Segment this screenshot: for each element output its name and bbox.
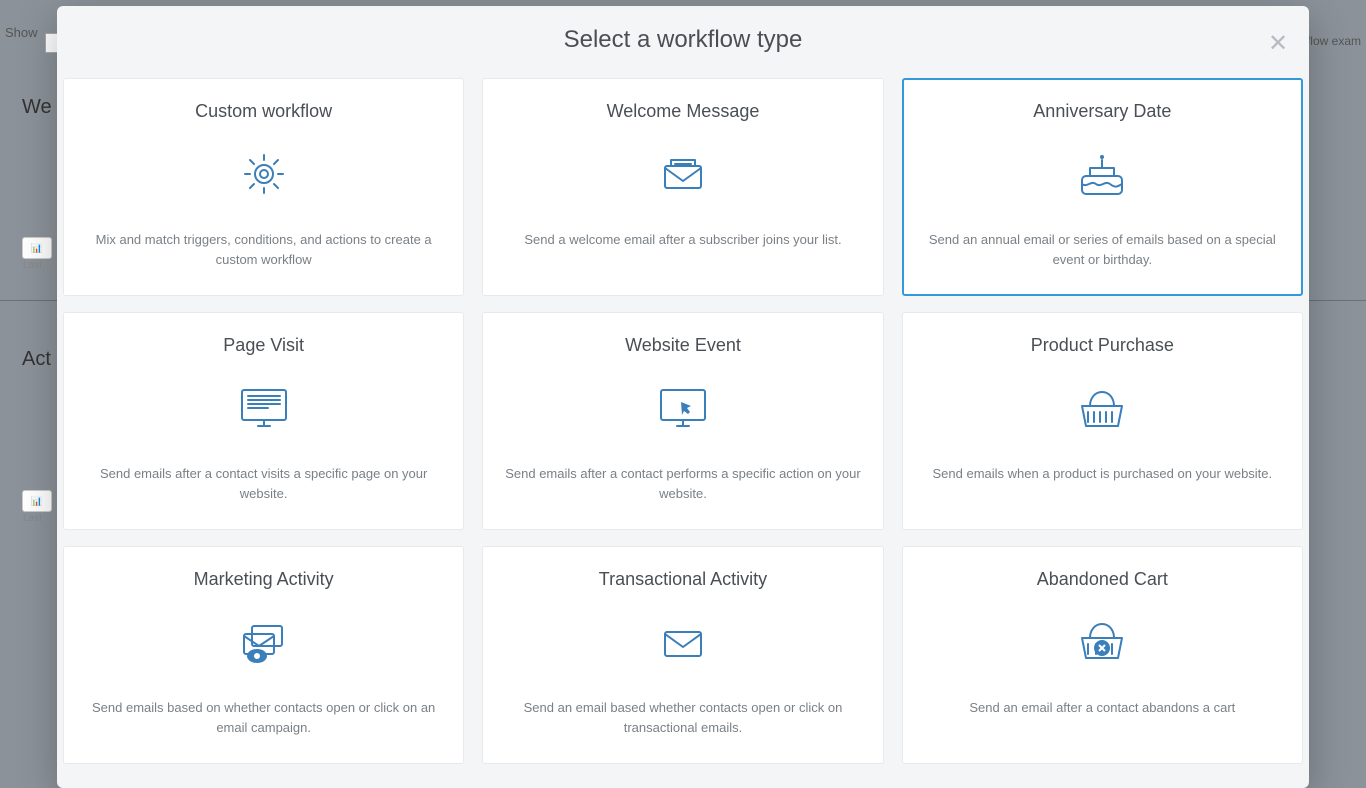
workflow-card-mail-plain[interactable]: Transactional Activity Send an email base… xyxy=(482,546,883,764)
workflow-card-basket-x[interactable]: Abandoned Cart Send an email after a cont… xyxy=(902,546,1303,764)
card-description: Mix and match triggers, conditions, and … xyxy=(84,230,444,269)
card-title: Custom workflow xyxy=(195,101,332,122)
workflow-card-envelope[interactable]: Welcome Message Send a welcome email afte… xyxy=(482,78,883,296)
cake-icon xyxy=(1070,146,1134,202)
card-title: Abandoned Cart xyxy=(1037,569,1168,590)
monitor-click-icon xyxy=(651,380,715,436)
close-icon[interactable]: ✕ xyxy=(1267,34,1289,56)
envelope-icon xyxy=(651,146,715,202)
modal-title: Select a workflow type xyxy=(57,26,1309,54)
bg-heading-1: We xyxy=(22,96,52,119)
gear-icon xyxy=(232,146,296,202)
mail-eye-icon xyxy=(232,614,296,670)
modal-header: Select a workflow type ✕ xyxy=(57,6,1309,78)
workflow-grid: Custom workflow Mix and match triggers, c… xyxy=(57,78,1309,788)
card-description: Send an email based whether contacts ope… xyxy=(503,698,863,737)
basket-x-icon xyxy=(1070,614,1134,670)
card-title: Anniversary Date xyxy=(1033,101,1171,122)
bg-flow-link: flow exam xyxy=(1307,34,1361,48)
workflow-card-mail-eye[interactable]: Marketing Activity Send emails based on w… xyxy=(63,546,464,764)
workflow-card-monitor-click[interactable]: Website Event Send emails after a contact… xyxy=(482,312,883,530)
workflow-card-cake[interactable]: Anniversary Date Send an annual email or … xyxy=(902,78,1303,296)
card-description: Send a welcome email after a subscriber … xyxy=(524,230,841,250)
card-title: Transactional Activity xyxy=(599,569,767,590)
card-title: Marketing Activity xyxy=(194,569,334,590)
workflow-type-modal: Select a workflow type ✕ Custom workflow… xyxy=(57,6,1309,788)
bg-metric-chip-1: 📊 xyxy=(22,237,52,259)
card-title: Page Visit xyxy=(223,335,304,356)
mail-plain-icon xyxy=(651,614,715,670)
card-description: Send an email after a contact abandons a… xyxy=(969,698,1235,718)
bg-metric-chip-2: 📊 xyxy=(22,490,52,512)
card-description: Send emails after a contact visits a spe… xyxy=(84,464,444,503)
card-description: Send emails based on whether contacts op… xyxy=(84,698,444,737)
card-description: Send an annual email or series of emails… xyxy=(922,230,1282,269)
bg-show-label: Show xyxy=(5,25,38,40)
monitor-page-icon xyxy=(232,380,296,436)
card-title: Website Event xyxy=(625,335,741,356)
card-title: Product Purchase xyxy=(1031,335,1174,356)
bg-heading-2: Act xyxy=(22,348,51,371)
basket-icon xyxy=(1070,380,1134,436)
bg-metric-sub-1: Last xyxy=(23,260,42,271)
card-title: Welcome Message xyxy=(607,101,760,122)
card-description: Send emails when a product is purchased … xyxy=(933,464,1273,484)
card-description: Send emails after a contact performs a s… xyxy=(503,464,863,503)
workflow-card-basket[interactable]: Product Purchase Send emails when a produ… xyxy=(902,312,1303,530)
workflow-card-monitor-page[interactable]: Page Visit Send emails after a contact vi… xyxy=(63,312,464,530)
workflow-card-gear[interactable]: Custom workflow Mix and match triggers, c… xyxy=(63,78,464,296)
bg-metric-sub-2: Last xyxy=(23,513,42,524)
